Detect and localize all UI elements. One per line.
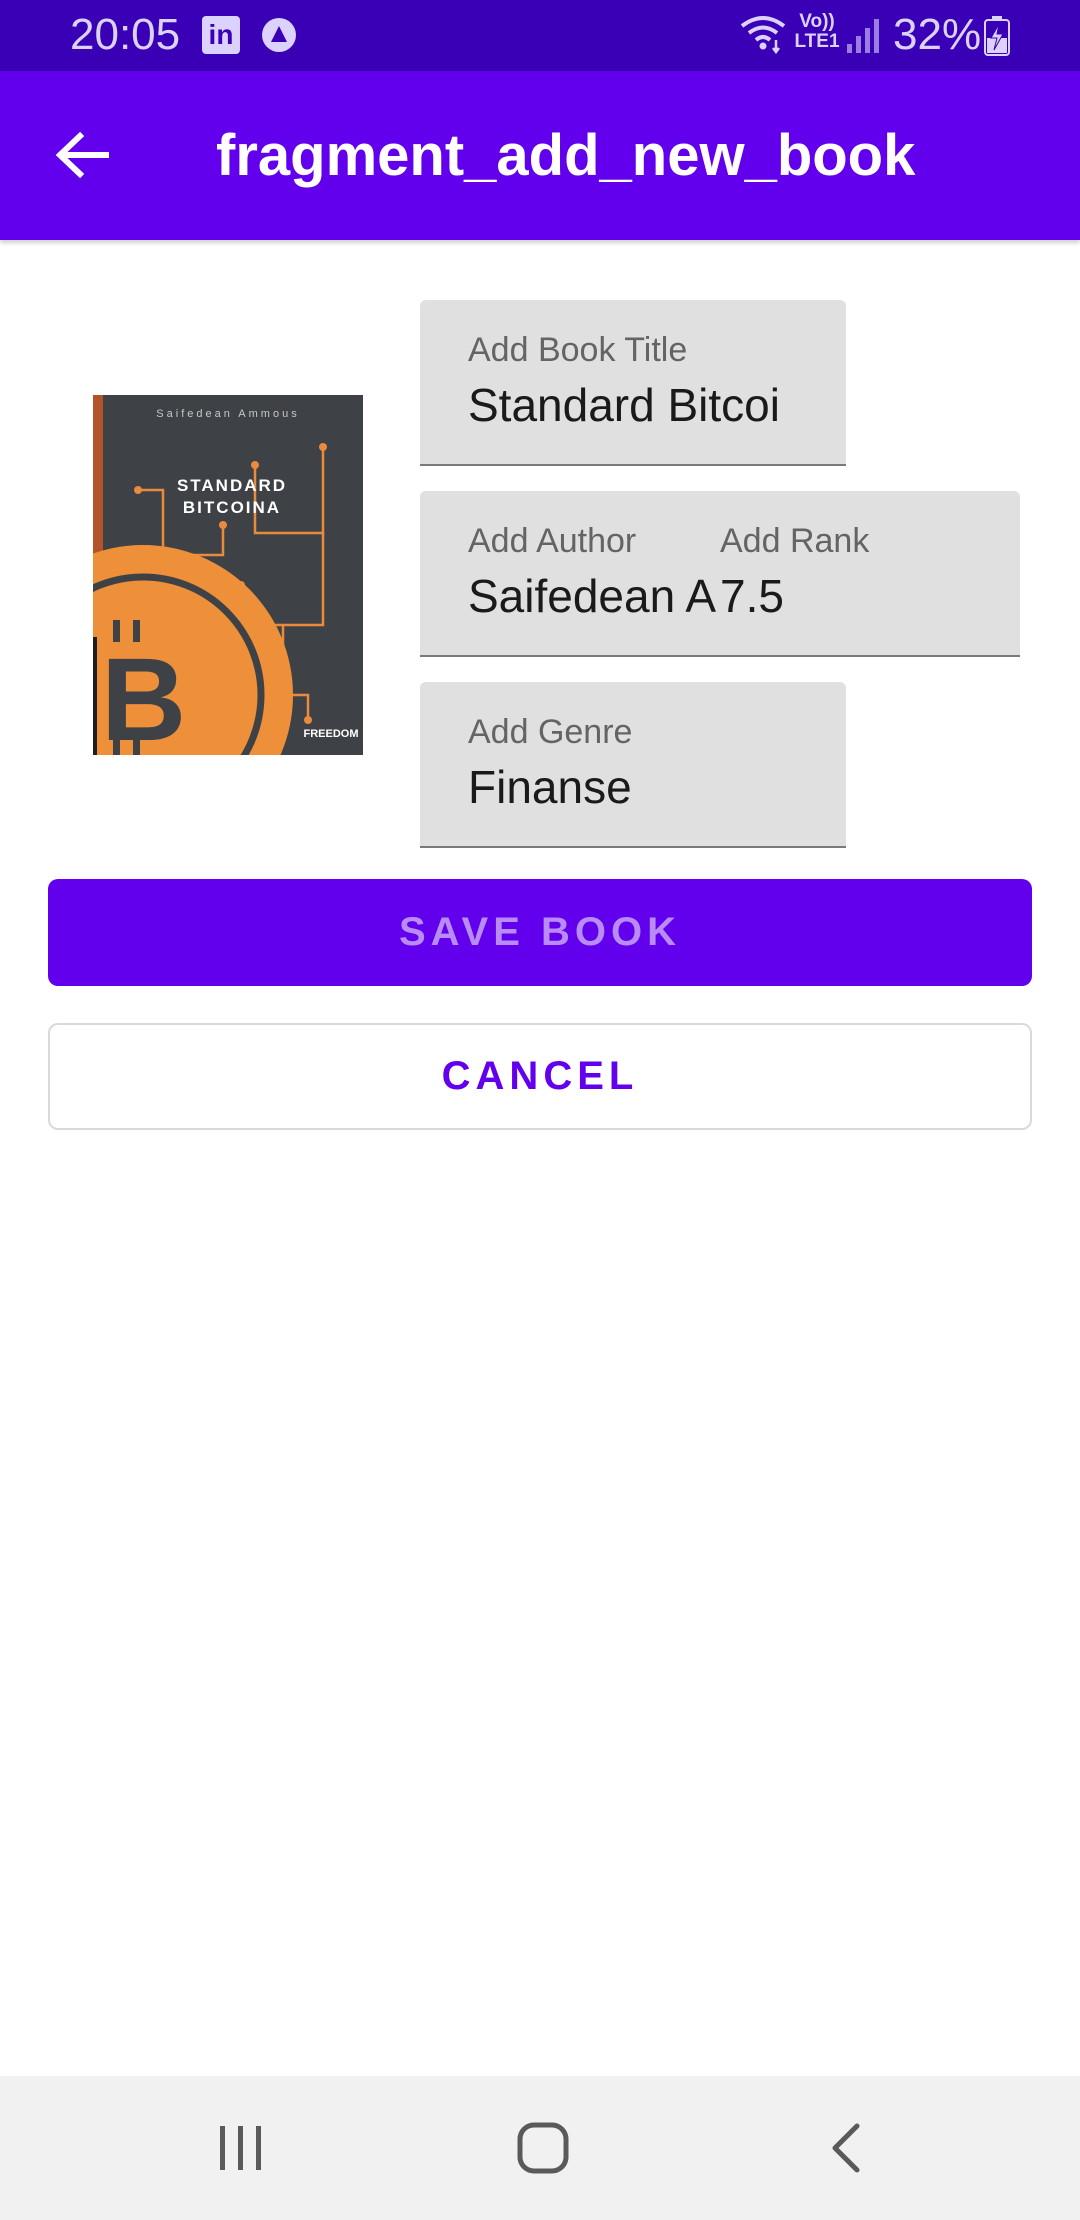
cover-title-line2: BITCOINA	[183, 498, 281, 517]
recent-apps-icon	[220, 2126, 261, 2170]
page-title: fragment_add_new_book	[216, 123, 916, 188]
app-bar: fragment_add_new_book	[0, 71, 1080, 240]
status-time: 20:05	[70, 10, 181, 59]
volte-icon: Vo)) LTE1	[793, 12, 841, 52]
book-title-input[interactable]: Standard Bitcoi	[468, 378, 808, 432]
bitcoin-symbol: B	[101, 634, 186, 755]
home-button[interactable]	[493, 2098, 593, 2198]
status-bar: 20:05 in Vo)) LTE1 32%	[0, 0, 1080, 71]
book-title-label: Add Book Title	[468, 331, 688, 369]
cover-title-line1: STANDARD	[177, 476, 287, 495]
back-icon	[832, 2123, 860, 2173]
author-field[interactable]: Add Author Saifedean A	[420, 491, 720, 655]
author-rank-field: Add Author Saifedean A Add Rank 7.5	[420, 491, 1020, 657]
save-book-button[interactable]: SAVE BOOK	[48, 879, 1032, 986]
cover-publisher: FREEDOM	[304, 728, 359, 740]
rank-field[interactable]: Add Rank 7.5	[720, 491, 1020, 655]
genre-field[interactable]: Add Genre Finanse	[420, 682, 846, 848]
wifi-icon	[740, 16, 786, 54]
book-cover-image[interactable]: B Saifedean Ammous STANDARD BITCOINA FRE…	[93, 395, 363, 755]
back-button[interactable]	[40, 113, 124, 197]
battery-percent: 32%	[893, 10, 982, 59]
home-icon	[517, 2122, 569, 2174]
cover-author: Saifedean Ammous	[156, 408, 299, 420]
rank-input[interactable]: 7.5	[720, 569, 970, 623]
genre-input[interactable]: Finanse	[468, 760, 632, 814]
battery-charging-icon	[984, 16, 1010, 56]
app-notification-icon	[262, 18, 296, 52]
system-nav-bar	[0, 2076, 1080, 2220]
nav-back-button[interactable]	[795, 2098, 895, 2198]
arrow-back-icon	[55, 131, 109, 179]
book-cover-artwork: B Saifedean Ammous STANDARD BITCOINA FRE…	[93, 395, 363, 755]
cancel-button[interactable]: CANCEL	[48, 1023, 1032, 1130]
recent-apps-button[interactable]	[191, 2098, 291, 2198]
linkedin-icon: in	[202, 16, 240, 54]
book-title-field[interactable]: Add Book Title Standard Bitcoi	[420, 300, 846, 466]
genre-label: Add Genre	[468, 713, 633, 751]
rank-label: Add Rank	[720, 522, 870, 560]
signal-icon	[847, 19, 879, 53]
lte-label: LTE1	[794, 31, 840, 52]
volte-label: Vo))	[799, 11, 835, 32]
author-label: Add Author	[468, 522, 637, 560]
author-input[interactable]: Saifedean A	[468, 569, 718, 623]
